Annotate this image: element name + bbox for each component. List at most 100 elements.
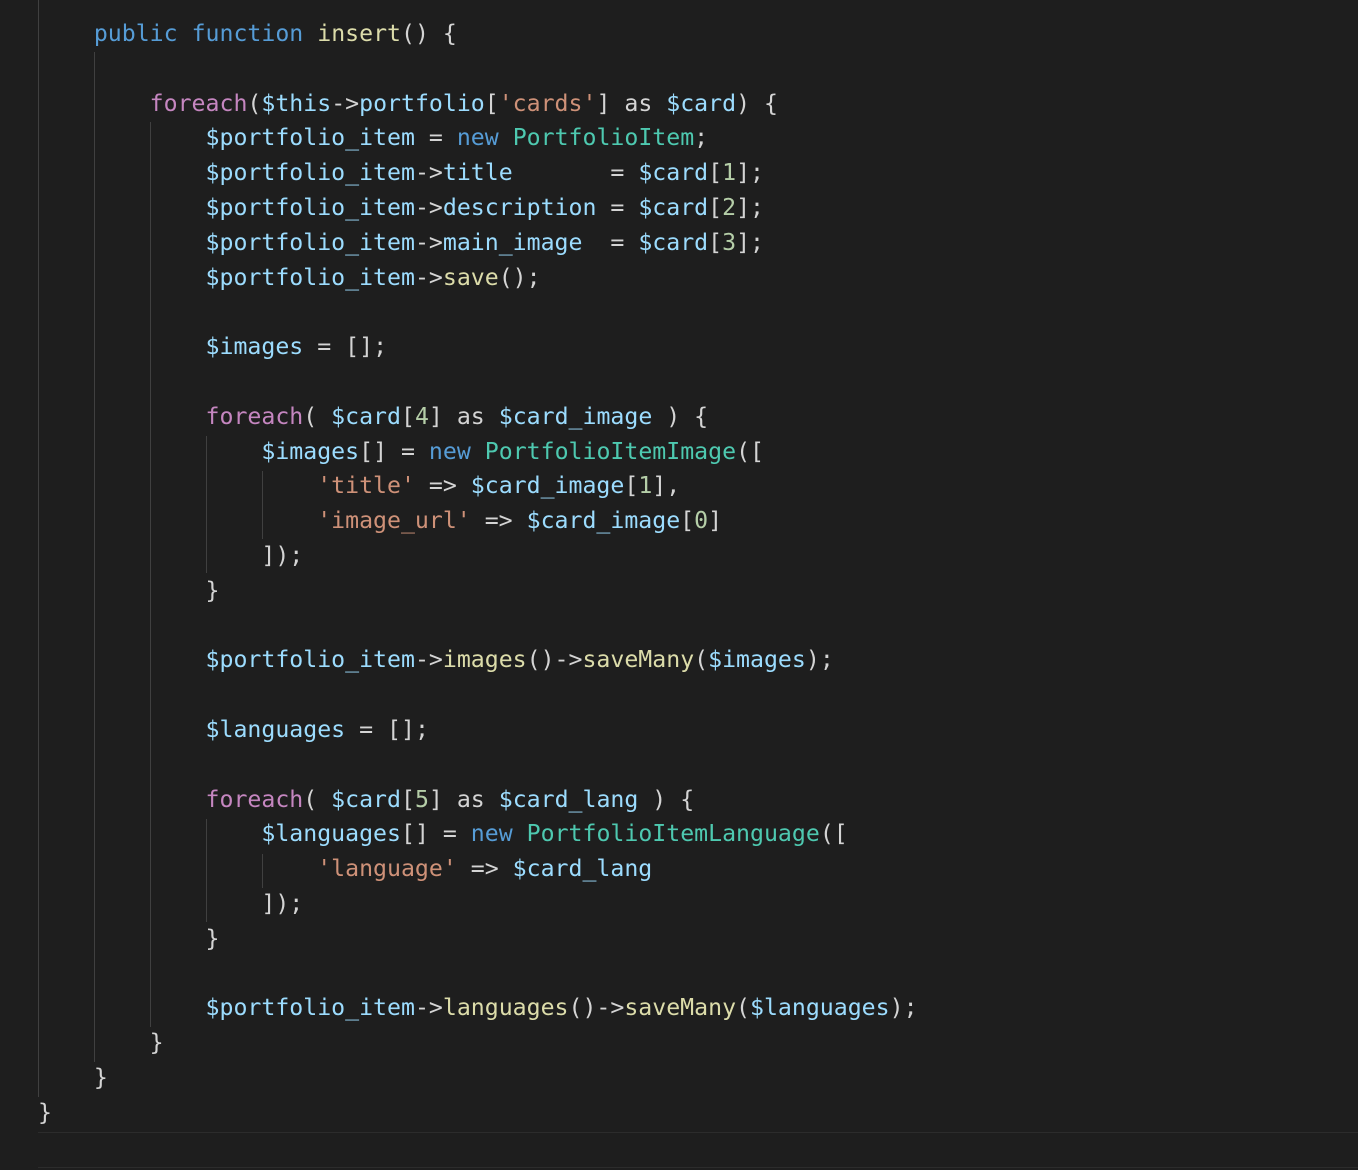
- code-line[interactable]: 'title' => $card_image[1],: [38, 469, 680, 504]
- punctuation-token: }: [38, 1064, 108, 1091]
- punctuation-token: ]);: [38, 890, 304, 917]
- punctuation-token: =: [512, 159, 639, 187]
- punctuation-token: =>: [456, 855, 513, 883]
- punctuation-token: [38, 438, 261, 465]
- punctuation-token: [513, 820, 527, 847]
- variable-token: main_image: [442, 228, 583, 256]
- punctuation-token: ->: [414, 194, 443, 221]
- punctuation-token: [] =: [359, 437, 429, 465]
- function-name-token: saveMany: [582, 646, 695, 674]
- code-line[interactable]: 'language' => $card_lang: [38, 852, 652, 887]
- punctuation-token: ];: [736, 159, 764, 187]
- punctuation-token: [: [484, 89, 499, 117]
- code-line[interactable]: }: [38, 574, 220, 609]
- number-token: 0: [694, 507, 709, 535]
- punctuation-token: ->: [414, 263, 443, 291]
- code-line[interactable]: $images[] = new PortfolioItemImage([: [38, 435, 764, 470]
- code-line[interactable]: $languages[] = new PortfolioItemLanguage…: [38, 817, 847, 852]
- function-name-token: save: [442, 263, 499, 291]
- code-line[interactable]: $images = [];: [38, 330, 388, 365]
- code-line[interactable]: ]);: [38, 539, 303, 574]
- punctuation-token: ] as: [428, 785, 499, 813]
- punctuation-token: );: [889, 994, 918, 1022]
- variable-token: $card: [638, 228, 709, 256]
- code-line[interactable]: }: [38, 1026, 164, 1061]
- punctuation-token: [: [708, 159, 723, 187]
- punctuation-token: ->: [414, 646, 443, 674]
- punctuation-token: [38, 194, 206, 221]
- keyword-token: public: [38, 20, 178, 47]
- code-line[interactable]: $portfolio_item->languages()->saveMany($…: [38, 991, 918, 1026]
- variable-token: $portfolio_item: [205, 646, 415, 674]
- punctuation-token: [: [624, 472, 639, 500]
- punctuation-token: [471, 438, 485, 465]
- punctuation-token: ->: [414, 228, 443, 256]
- punctuation-token: [303, 20, 317, 47]
- punctuation-token: (: [736, 994, 750, 1022]
- variable-token: $card: [331, 785, 401, 813]
- number-token: 3: [722, 228, 737, 256]
- punctuation-token: ) {: [638, 785, 695, 813]
- code-editor[interactable]: public function insert() { foreach($this…: [0, 0, 1358, 1170]
- code-line[interactable]: $portfolio_item = new PortfolioItem;: [38, 121, 709, 156]
- punctuation-token: ()->: [568, 994, 625, 1022]
- punctuation-token: ]);: [38, 542, 304, 569]
- keyword-token: new: [428, 437, 471, 465]
- string-token: 'cards': [498, 89, 597, 117]
- code-line[interactable]: 'image_url' => $card_image[0]: [38, 504, 722, 539]
- variable-token: $languages: [750, 994, 890, 1022]
- punctuation-token: =>: [414, 472, 471, 500]
- number-token: 2: [722, 194, 737, 221]
- variable-token: $card: [638, 194, 709, 221]
- string-token: 'language': [317, 855, 457, 883]
- punctuation-token: }: [38, 924, 220, 952]
- punctuation-token: =>: [470, 507, 527, 535]
- variable-token: $this: [261, 89, 332, 117]
- code-line[interactable]: $portfolio_item->description = $card[2];: [38, 191, 764, 226]
- variable-token: $card: [331, 402, 401, 430]
- punctuation-token: = [];: [345, 716, 429, 743]
- punctuation-token: }: [38, 1029, 164, 1057]
- punctuation-token: [: [708, 228, 723, 256]
- variable-token: $portfolio_item: [205, 159, 415, 187]
- code-line[interactable]: ]);: [38, 887, 303, 922]
- punctuation-token: [38, 229, 206, 256]
- code-line[interactable]: public function insert() {: [38, 17, 457, 52]
- code-line[interactable]: $languages = [];: [38, 713, 429, 748]
- code-line[interactable]: }: [38, 1096, 52, 1131]
- punctuation-token: [38, 820, 261, 847]
- punctuation-token: =: [582, 228, 639, 256]
- variable-token: $card_lang: [498, 785, 639, 813]
- code-line[interactable]: foreach($this->portfolio['cards'] as $ca…: [38, 87, 778, 122]
- punctuation-token: [38, 472, 317, 499]
- variable-token: portfolio: [359, 89, 485, 117]
- punctuation-token: }: [38, 1098, 52, 1126]
- punctuation-token: (: [303, 785, 332, 813]
- punctuation-token: [38, 124, 206, 151]
- punctuation-token: }: [38, 576, 220, 604]
- variable-token: $languages: [205, 716, 346, 743]
- function-name-token: images: [442, 646, 527, 674]
- punctuation-token: [38, 994, 206, 1021]
- code-line[interactable]: }: [38, 922, 220, 957]
- variable-token: $languages: [261, 820, 401, 848]
- code-line[interactable]: $portfolio_item->save();: [38, 261, 541, 296]
- code-line[interactable]: }: [38, 1061, 108, 1096]
- punctuation-token: ];: [736, 194, 764, 221]
- punctuation-token: );: [805, 646, 834, 674]
- code-line[interactable]: foreach( $card[5] as $card_lang ) {: [38, 783, 695, 818]
- code-line[interactable]: foreach( $card[4] as $card_image ) {: [38, 400, 709, 435]
- code-line[interactable]: $portfolio_item->main_image = $card[3];: [38, 226, 764, 261]
- punctuation-token: ()->: [526, 646, 583, 674]
- variable-token: $images: [708, 646, 806, 674]
- code-line[interactable]: $portfolio_item->images()->saveMany($ima…: [38, 643, 834, 678]
- variable-token: $card: [666, 89, 737, 117]
- punctuation-token: ] as: [428, 402, 499, 430]
- variable-token: $card_image: [526, 507, 681, 535]
- variable-token: $portfolio_item: [205, 124, 415, 152]
- code-line[interactable]: $portfolio_item->title = $card[1];: [38, 156, 764, 191]
- punctuation-token: = [];: [303, 333, 388, 361]
- keyword-token: function: [191, 20, 304, 47]
- control-keyword-token: foreach: [38, 89, 248, 117]
- variable-token: description: [442, 194, 597, 221]
